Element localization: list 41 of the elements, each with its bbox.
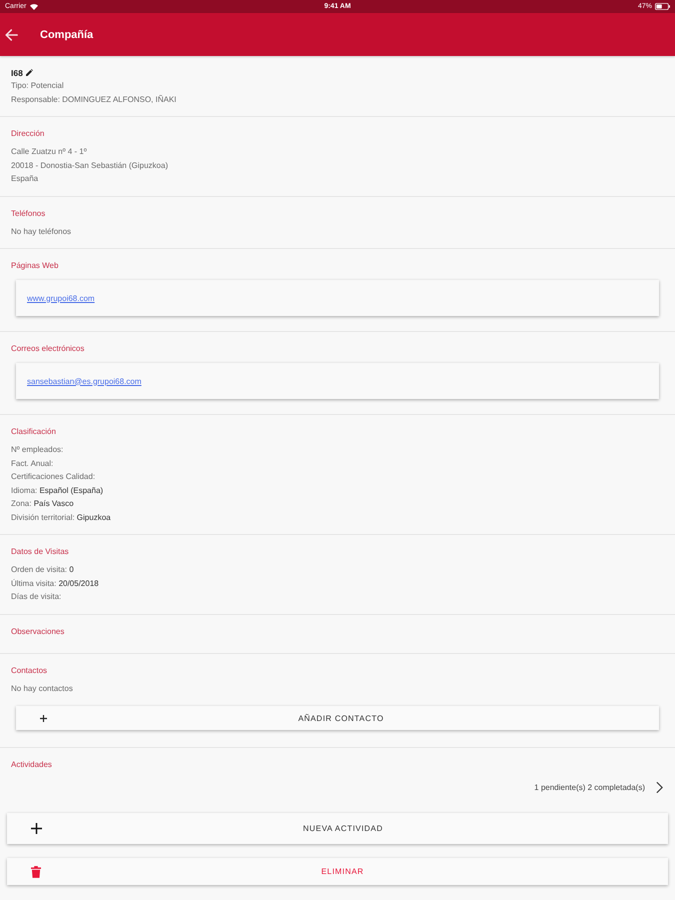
link[interactable]: sansebastian@es.grupoi68.com [27,376,142,386]
delete-button[interactable]: ELIMINAR [7,858,668,885]
trash-icon [31,866,41,878]
info-text: España [11,173,40,185]
info-text: Tipo: Potencial [11,80,65,92]
company-name: I68 [11,68,23,78]
add-contact-button[interactable]: AÑADIR CONTACTO [16,706,659,730]
link[interactable]: www.grupoi68.com [27,294,95,302]
info-text: No hay teléfonos [11,226,72,238]
info-text: No hay contactos [11,682,74,695]
info-text: 20018 - Donostia-San Sebastián (Gipuzkoa) [11,160,169,172]
field-text: Última visita: 20/05/2018 [11,578,100,590]
section-title: Teléfonos [11,208,46,220]
battery-icon [655,3,670,10]
page-title: Compañía [40,28,94,40]
field-text: División territorial: Gipuzkoa [11,512,112,524]
chevron-right-icon [656,780,663,794]
pencil-icon[interactable] [26,69,33,76]
section-title: Páginas Web [11,260,60,272]
field-text: Nº empleados: [11,444,64,456]
field-text: Zona: País Vasco [11,498,75,510]
section-title: Dirección [11,128,46,140]
info-text: Calle Zuatzu nº 4 - 1º [11,146,88,158]
plus-icon [31,823,42,834]
section-title: Contactos [11,664,48,676]
section-title: Observaciones [11,626,66,638]
section-title: Datos de Visitas [11,546,70,558]
field-text: Certificaciones Calidad: [11,471,96,483]
field-text: Días de visita: [11,591,62,603]
activities-summary-link[interactable]: 1 pendiente(s) 2 completada(s) [534,777,664,797]
wifi-icon [30,4,38,10]
field-text: Idioma: Español (España) [11,484,104,497]
info-text: Responsable: DOMINGUEZ ALFONSO, IÑAKI [11,94,178,106]
section-title: Actividades [11,759,53,771]
field-text: Orden de visita: 0 [11,564,75,576]
section-title: Correos electrónicos [11,343,86,355]
section-title: Clasificación [11,426,57,438]
field-text: Fact. Anual: [11,458,54,470]
back-icon[interactable] [4,28,18,42]
new-activity-button[interactable]: NUEVA ACTIVIDAD [7,813,668,844]
plus-icon [40,714,47,722]
